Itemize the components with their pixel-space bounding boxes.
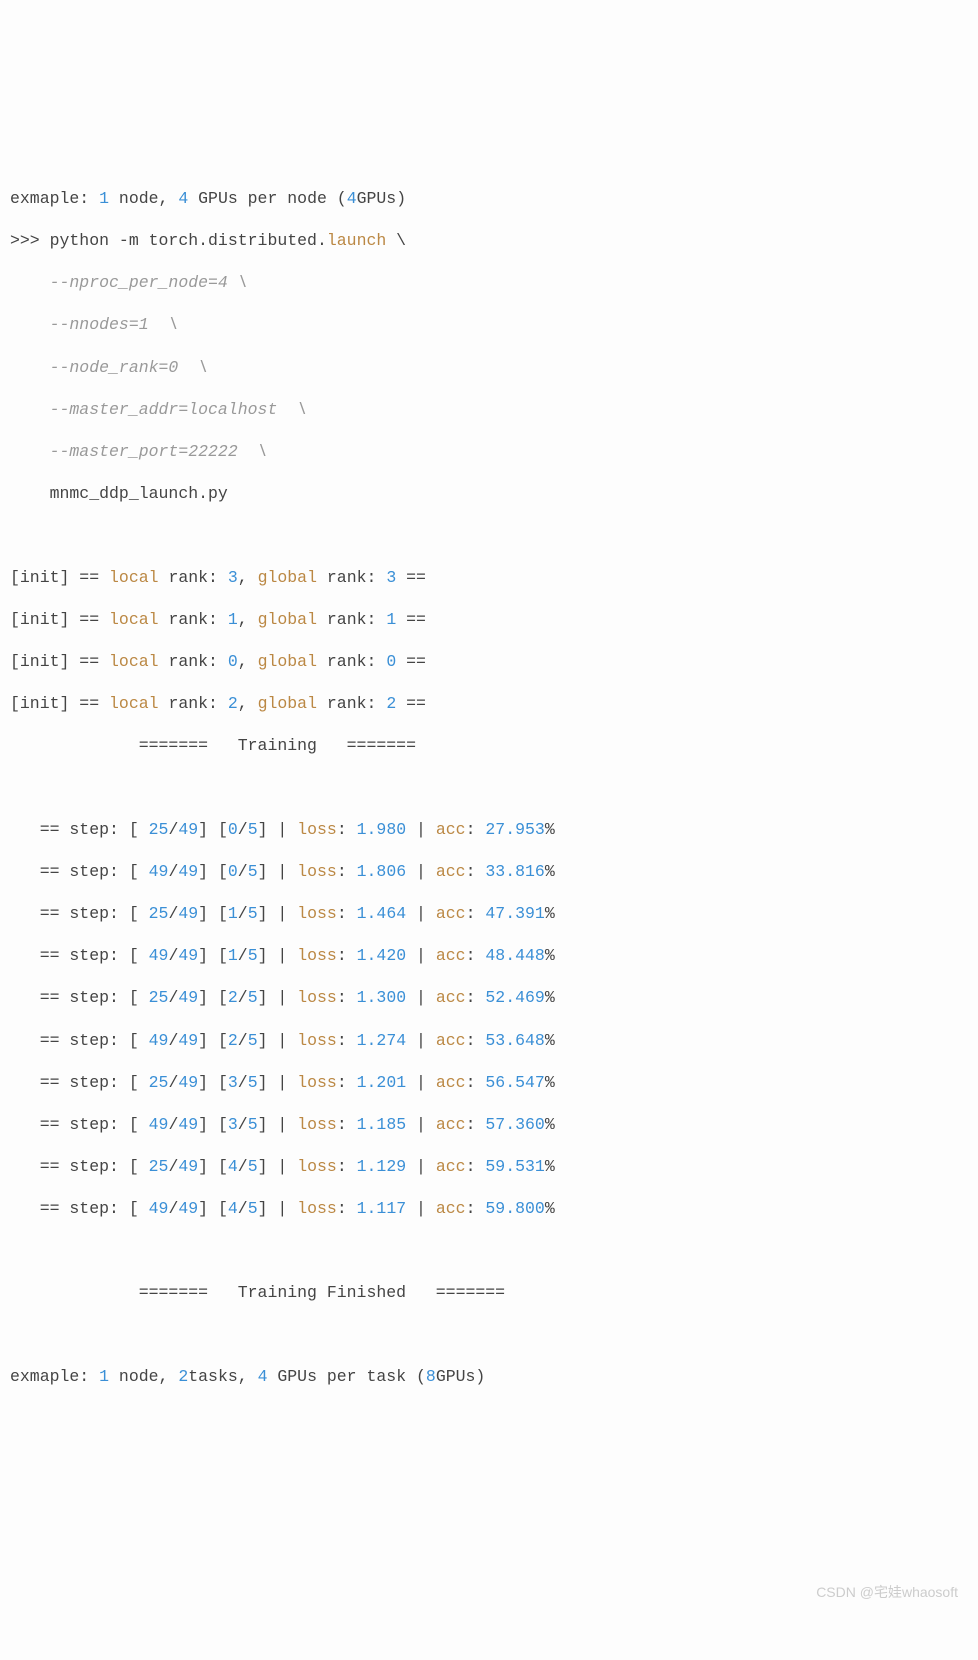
example-line-1: exmaple: 1 node, 4 GPUs per node (4GPUs) [10, 189, 406, 208]
init-line: [init] == local rank: 1, global rank: 1 … [10, 610, 426, 629]
command-file: mnmc_ddp_launch.py [10, 484, 228, 503]
command-arg: --node_rank=0 \ [10, 358, 208, 377]
init-line: [init] == local rank: 3, global rank: 3 … [10, 568, 426, 587]
command-arg: --master_addr=localhost \ [10, 400, 307, 419]
step-line: == step: [ 25/49] [0/5] | loss: 1.980 | … [10, 820, 555, 839]
command-arg: --master_port=22222 \ [10, 442, 267, 461]
step-line: == step: [ 49/49] [3/5] | loss: 1.185 | … [10, 1115, 555, 1134]
watermark: CSDN @宅娃whaosoft [816, 1575, 958, 1611]
command-arg: --nnodes=1 \ [10, 315, 178, 334]
step-line: == step: [ 49/49] [4/5] | loss: 1.117 | … [10, 1199, 555, 1218]
command-line: >>> python -m torch.distributed.launch \ [10, 231, 406, 250]
step-line: == step: [ 25/49] [1/5] | loss: 1.464 | … [10, 904, 555, 923]
step-line: == step: [ 25/49] [2/5] | loss: 1.300 | … [10, 988, 555, 1007]
step-line: == step: [ 49/49] [0/5] | loss: 1.806 | … [10, 862, 555, 881]
step-line: == step: [ 49/49] [1/5] | loss: 1.420 | … [10, 946, 555, 965]
example-line-2: exmaple: 1 node, 2tasks, 4 GPUs per task… [10, 1367, 485, 1386]
training-footer: ======= Training Finished ======= [10, 1283, 505, 1302]
step-line: == step: [ 49/49] [2/5] | loss: 1.274 | … [10, 1031, 555, 1050]
command-arg: --nproc_per_node=4 \ [10, 273, 248, 292]
step-line: == step: [ 25/49] [4/5] | loss: 1.129 | … [10, 1157, 555, 1176]
init-line: [init] == local rank: 2, global rank: 2 … [10, 694, 426, 713]
init-line: [init] == local rank: 0, global rank: 0 … [10, 652, 426, 671]
step-line: == step: [ 25/49] [3/5] | loss: 1.201 | … [10, 1073, 555, 1092]
training-header: ======= Training ======= [10, 736, 416, 755]
code-block: exmaple: 1 node, 4 GPUs per node (4GPUs)… [10, 178, 968, 1398]
